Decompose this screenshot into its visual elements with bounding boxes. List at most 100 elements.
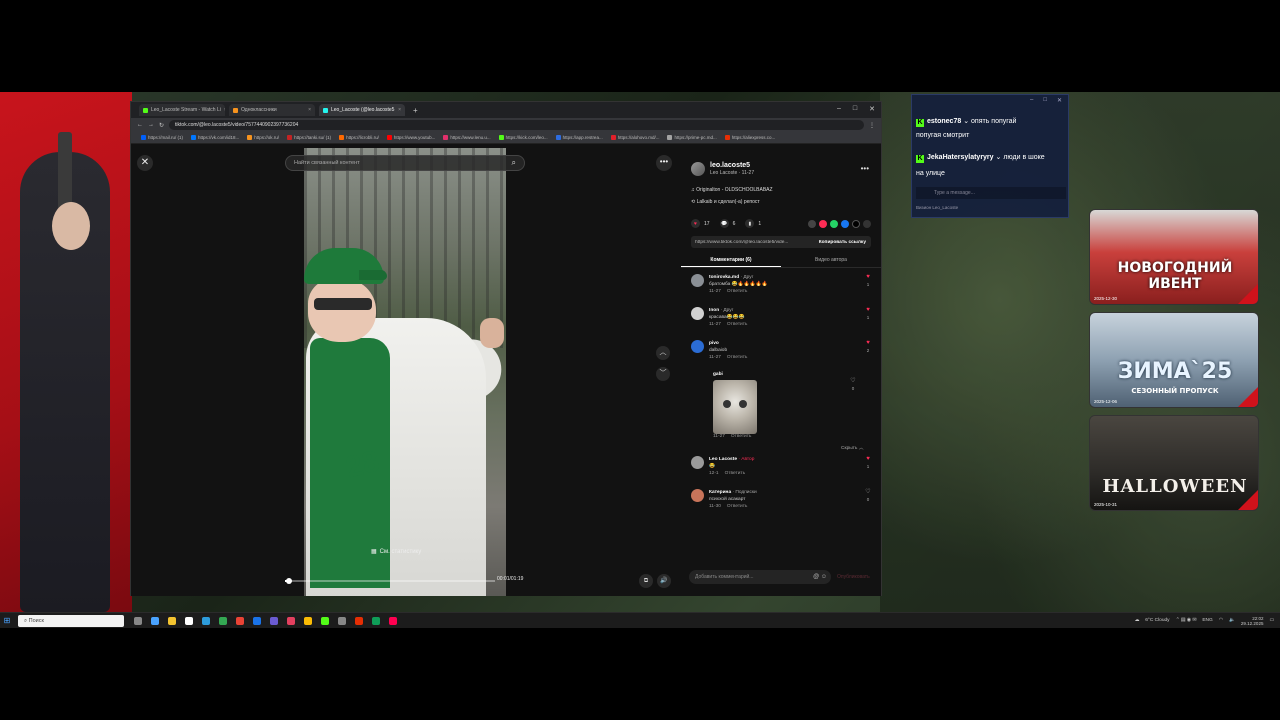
bookmark-item[interactable]: https://mail.ru/ (1)	[141, 135, 183, 140]
taskbar-app-icon[interactable]	[185, 616, 193, 625]
tab-author-videos[interactable]: Видео автора	[781, 254, 881, 267]
copy-link-button[interactable]: Копировать ссылку	[814, 240, 871, 245]
taskbar-app-icon[interactable]	[219, 616, 227, 625]
search-icon[interactable]: ⌕	[512, 156, 516, 170]
music-line[interactable]: ♫ Originalton - OLDSCHOOLBABAZ	[691, 187, 773, 193]
more-options-button[interactable]: •••	[656, 155, 672, 171]
comment-like-button[interactable]: ♥ 2	[863, 340, 873, 361]
taskbar-app-icon[interactable]	[253, 616, 261, 625]
start-button[interactable]: ⊞	[0, 616, 14, 625]
tray-icons[interactable]: ⌃ ▤ ◉ ✉	[1176, 618, 1197, 623]
reload-icon[interactable]: ↻	[159, 122, 164, 129]
tab-comments[interactable]: Комментарии (6)	[681, 254, 781, 267]
back-icon[interactable]: ←	[137, 122, 143, 128]
minimize-icon[interactable]: –	[837, 105, 841, 113]
volume-button[interactable]: 🔊	[657, 574, 671, 588]
tab-tiktok[interactable]: Leo_Lacoste (@leo.lacoste5 ×	[319, 104, 405, 116]
chat-username[interactable]: JekaHatersylatyryry	[927, 154, 994, 161]
tab-kick[interactable]: Leo_Lacoste Stream - Watch Li×	[139, 104, 225, 116]
language-indicator[interactable]: ENG	[1202, 618, 1212, 623]
related-search-input[interactable]: Найти связанный контент ⌕	[285, 155, 525, 171]
taskbar-app-icon[interactable]	[168, 616, 176, 625]
close-tab-icon[interactable]: ×	[398, 107, 401, 113]
previous-video-button[interactable]: ︿	[656, 346, 670, 360]
weather-icon[interactable]: ☁	[1134, 618, 1139, 623]
promo-new-year-event[interactable]: НОВОГОДНИЙ ИВЕНТ 2025-12-30	[1089, 209, 1259, 305]
taskbar-app-icon[interactable]	[236, 616, 244, 625]
comment-like-button[interactable]: ♥ 1	[863, 274, 873, 295]
share-whatsapp-icon[interactable]	[830, 219, 838, 228]
close-viewer-button[interactable]: ✕	[137, 155, 153, 171]
like-action[interactable]: ♥ 17	[691, 219, 710, 228]
comment-author[interactable]: Leo Lacoste	[709, 457, 737, 462]
reply-button[interactable]: Ответить	[727, 321, 748, 328]
reply-button[interactable]: Ответить	[727, 288, 748, 295]
chat-input[interactable]: Type a message...	[916, 187, 1066, 199]
chat-username[interactable]: estonec78	[927, 118, 961, 125]
share-more-icon[interactable]	[863, 219, 871, 228]
tab-odnoklassniki[interactable]: Одноклассники ×	[229, 104, 315, 116]
view-stats-button[interactable]: ▦ См. статистику	[371, 548, 421, 556]
share-x-icon[interactable]	[852, 219, 860, 228]
clock[interactable]: 22:02 29.12.2025	[1241, 616, 1264, 626]
comment-like-button[interactable]: ♡ 0	[863, 489, 873, 510]
post-menu-icon[interactable]: •••	[861, 164, 869, 173]
hide-replies-button[interactable]: Скрыть ︿	[841, 444, 864, 451]
comment-like-button[interactable]: ♥ 1	[863, 307, 873, 328]
bookmark-item[interactable]: https://www.lenu.u...	[443, 135, 491, 140]
avatar[interactable]	[691, 456, 704, 469]
minimize-icon[interactable]: –	[1030, 97, 1033, 104]
share-facebook-icon[interactable]	[841, 219, 849, 228]
reply-button[interactable]: Ответить	[727, 503, 748, 510]
bookmark-item[interactable]: https://www.youtub...	[386, 135, 435, 140]
taskbar-app-icon[interactable]	[355, 616, 363, 625]
taskbar-app-icon[interactable]	[287, 616, 295, 625]
close-tab-icon[interactable]: ×	[224, 107, 225, 113]
comment-action[interactable]: 💬 6	[719, 219, 735, 228]
taskbar-app-icon[interactable]	[372, 616, 380, 625]
forward-icon[interactable]: →	[148, 122, 154, 128]
comment-author[interactable]: Катерина	[709, 490, 731, 495]
url-field[interactable]: tiktok.com/@leo.lacoste5/video/757744090…	[169, 120, 864, 130]
post-link[interactable]: https://www.tiktok.com/@leo.lacoste5/vid…	[691, 240, 814, 245]
reply-button[interactable]: Ответить	[727, 354, 748, 361]
comment-like-button[interactable]: ♥ 1	[863, 456, 873, 477]
avatar[interactable]	[691, 340, 704, 353]
video-frame[interactable]: 28	[304, 148, 506, 596]
taskbar-app-icon[interactable]	[151, 616, 159, 625]
bookmark-item[interactable]: https://app.restrea...	[555, 135, 603, 140]
avatar[interactable]	[691, 162, 705, 176]
save-action[interactable]: ▮ 1	[745, 219, 761, 228]
bookmark-item[interactable]: https://vk.com/id18...	[191, 135, 239, 140]
bookmark-item[interactable]: https://alohovo.md/...	[610, 135, 659, 140]
volume-icon[interactable]: 🔈	[1229, 618, 1235, 623]
bookmark-item[interactable]: https://aliexpress.co...	[724, 135, 775, 140]
picture-in-picture-button[interactable]: ⧉	[639, 574, 653, 588]
comment-author[interactable]: Inon	[709, 308, 719, 313]
wifi-icon[interactable]: ◠	[1219, 618, 1223, 623]
taskbar-app-icon[interactable]	[321, 616, 329, 625]
avatar[interactable]	[691, 489, 704, 502]
mention-emoji-icon[interactable]: @ ☺	[813, 570, 827, 584]
author-username[interactable]: leo.lacoste5	[710, 162, 754, 169]
bookmark-item[interactable]: https://licrobli.ru/	[339, 135, 379, 140]
close-tab-icon[interactable]: ×	[308, 107, 311, 113]
share-tiktok-icon[interactable]	[819, 219, 827, 228]
taskbar-search[interactable]: ⌕ Поиск	[18, 614, 124, 627]
bookmark-item[interactable]: https://ok.ru/	[247, 135, 279, 140]
comment-author[interactable]: tonirovka.md	[709, 275, 739, 280]
taskbar-app-icon[interactable]	[338, 616, 346, 625]
bookmark-item[interactable]: https://tanki.su/ (1)	[287, 135, 331, 140]
comment-author[interactable]: pivo	[709, 341, 719, 346]
bookmark-item[interactable]: https://prime-pc.md...	[667, 135, 717, 140]
taskbar-app-icon[interactable]	[304, 616, 312, 625]
embed-icon[interactable]	[808, 219, 816, 228]
post-comment-button[interactable]: Опубликовать	[837, 570, 870, 584]
avatar[interactable]	[691, 307, 704, 320]
close-icon[interactable]: ✕	[1057, 97, 1062, 104]
notifications-icon[interactable]: ▭	[1269, 618, 1274, 623]
bookmark-item[interactable]: https://kick.com/leo...	[498, 135, 548, 140]
progress-knob[interactable]	[286, 578, 293, 584]
taskbar-app-icon[interactable]	[202, 616, 210, 625]
next-video-button[interactable]: ﹀	[656, 367, 670, 381]
